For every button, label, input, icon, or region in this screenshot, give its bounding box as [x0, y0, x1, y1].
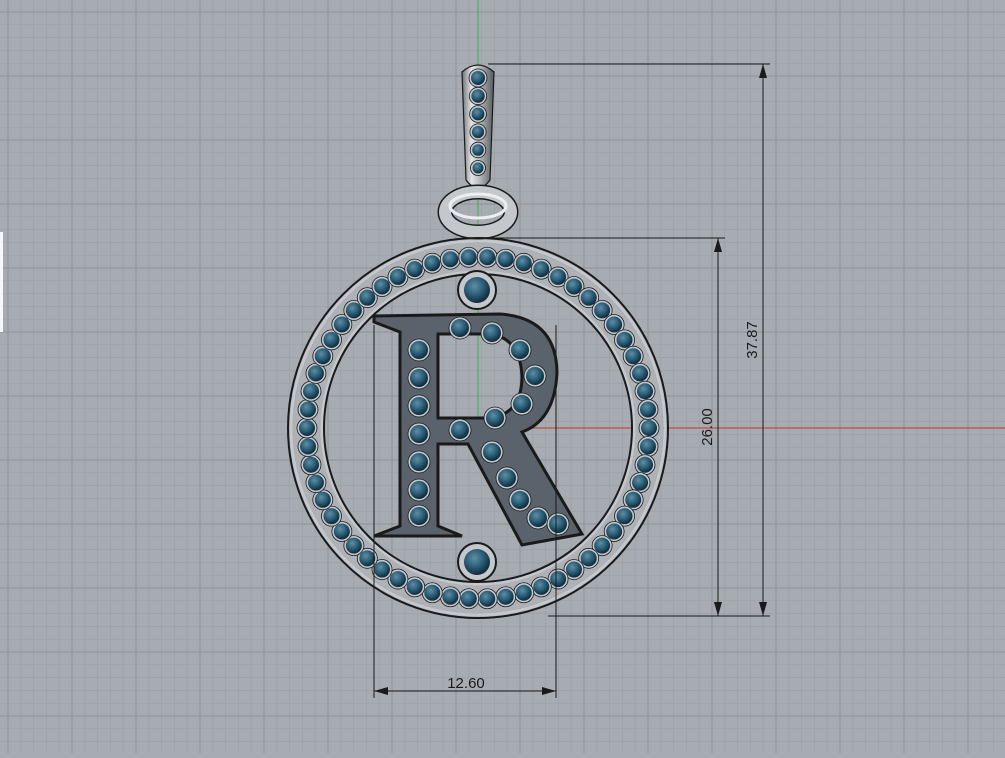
gem-stone — [476, 588, 498, 610]
gem-stone — [458, 588, 480, 610]
gem-stone — [634, 380, 656, 402]
gem-stone — [637, 399, 659, 420]
gem-stone — [483, 406, 507, 430]
pendant-bail[interactable] — [461, 64, 495, 189]
gem-stone — [480, 321, 504, 345]
gem-stone — [448, 316, 472, 340]
gem-stone — [513, 252, 535, 274]
gem-stone — [305, 472, 327, 494]
gem-stone — [404, 258, 426, 280]
gem-stone — [523, 364, 547, 388]
gem-stone — [407, 338, 431, 362]
gem-stone — [469, 123, 487, 141]
viewport-canvas[interactable]: 37.87 26.00 12.60 — [0, 0, 1005, 753]
gem-stone — [476, 246, 498, 268]
gem-stone — [634, 454, 656, 476]
dimension-total-height-label: 37.87 — [744, 321, 761, 359]
gem-stone — [458, 246, 480, 268]
gem-stone — [421, 252, 443, 274]
gem-stone — [495, 466, 519, 490]
gem-stone — [495, 586, 517, 608]
gem-stone — [469, 105, 487, 123]
gem-stone — [407, 450, 431, 474]
gem-stone — [480, 440, 504, 464]
gem-stone — [407, 478, 431, 502]
gem-stone — [407, 422, 431, 446]
gem-stone — [638, 417, 660, 439]
gem-stone — [300, 454, 322, 476]
gem-stone — [439, 248, 461, 270]
gem-stone — [510, 392, 534, 416]
gem-stone — [407, 394, 431, 418]
gem-stone — [637, 436, 659, 457]
left-edge-marker — [0, 232, 3, 332]
gem-stone — [468, 86, 488, 106]
gem-stone — [448, 418, 472, 442]
gem-stone — [508, 338, 532, 362]
gem-stone — [439, 586, 461, 608]
gem-stone — [407, 366, 431, 390]
gem-stone — [470, 160, 486, 176]
gem-stone — [421, 582, 443, 604]
gem-stone — [508, 488, 532, 512]
gem-stone — [469, 141, 487, 159]
gem-stone — [526, 506, 550, 530]
gem-stone — [296, 417, 318, 439]
gem-stone — [468, 68, 488, 88]
top-accent-stone[interactable] — [457, 270, 497, 310]
gem-stone — [407, 504, 431, 528]
dimension-ring-height-label: 26.00 — [699, 408, 716, 446]
front-viewport[interactable]: 37.87 26.00 12.60 — [0, 0, 1005, 753]
gem-stone — [297, 436, 319, 457]
gem-stone — [300, 380, 322, 402]
bottom-accent-stone[interactable] — [457, 542, 497, 582]
gem-stone — [629, 362, 651, 384]
construction-grid — [0, 0, 1005, 753]
gem-stone — [530, 576, 552, 598]
gem-stone — [513, 582, 535, 604]
gem-stone — [546, 512, 570, 536]
gem-stone — [297, 399, 319, 420]
dimension-letter-width-label: 12.60 — [447, 675, 485, 692]
gem-stone — [495, 248, 517, 270]
